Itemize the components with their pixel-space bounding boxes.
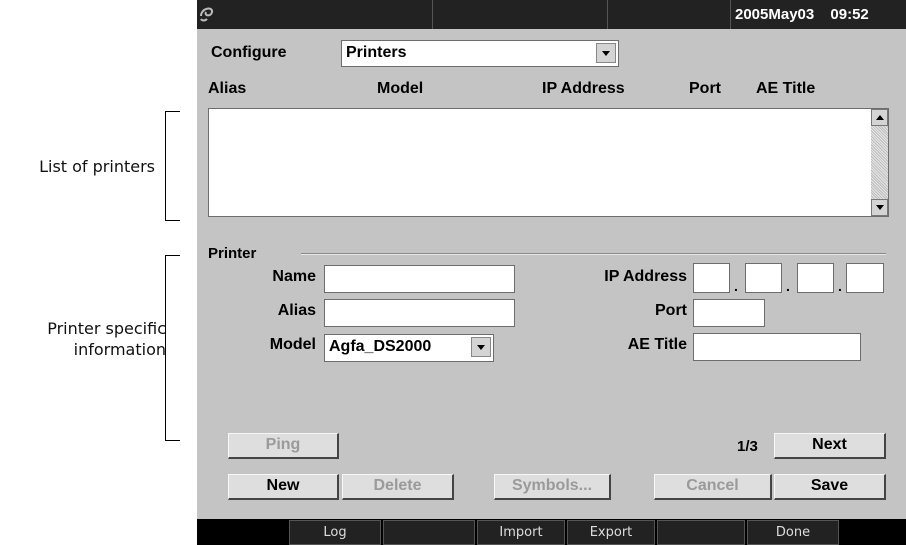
blank-tab-2[interactable] [657,520,745,545]
export-tab[interactable]: Export [567,520,655,545]
date-time-display: 2005May03 09:52 [735,6,869,23]
printer-config-panel: 2005May03 09:52 Configure Printers Alias… [197,0,906,545]
configure-label: Configure [211,44,287,61]
name-field[interactable] [324,265,515,293]
printer-list-scrollbar[interactable] [871,109,888,216]
list-bracket [165,111,180,221]
chevron-down-icon[interactable] [596,43,616,63]
printer-info-annotation-line1: Printer specific [47,319,166,338]
configure-select[interactable]: Printers [341,40,619,67]
printer-info-annotation-line2: information [73,340,166,359]
ip-octet-2-field[interactable] [745,263,782,293]
status-segment-1 [432,0,433,29]
ip-octet-4-field[interactable] [846,263,884,293]
printer-info-annotation: Printer specific information [47,318,166,360]
ae-title-label: AE Title [627,336,687,353]
list-of-printers-annotation: List of printers [39,157,155,176]
blank-tab-1[interactable] [383,520,475,545]
next-button[interactable]: Next [774,433,886,459]
column-header-port[interactable]: Port [689,80,721,98]
ae-title-field[interactable] [693,333,861,361]
symbols-button[interactable]: Symbols... [494,474,611,500]
delete-button[interactable]: Delete [342,474,454,500]
done-tab[interactable]: Done [747,520,839,545]
status-segment-3 [730,0,731,29]
column-header-ae-title[interactable]: AE Title [756,80,815,98]
import-tab[interactable]: Import [477,520,565,545]
date-display: 2005May03 [735,6,815,23]
page-indicator: 1/3 [737,438,758,455]
ip-separator: . [734,278,738,294]
port-field[interactable] [693,299,765,327]
save-button[interactable]: Save [774,474,886,500]
new-button[interactable]: New [228,474,339,500]
bottom-softkey-bar: Log Import Export Done [197,519,906,545]
swirl-logo-icon [200,7,213,22]
model-select-value: Agfa_DS2000 [329,338,432,355]
alias-label: Alias [277,302,316,319]
column-header-alias[interactable]: Alias [208,80,246,98]
port-label: Port [655,302,687,319]
status-segment-2 [607,0,608,29]
top-status-bar: 2005May03 09:52 [197,0,906,29]
info-bracket [165,255,180,441]
ip-separator: . [838,278,842,294]
time-display: 09:52 [830,6,869,23]
ip-octet-3-field[interactable] [797,263,834,293]
chevron-down-icon[interactable] [471,337,491,357]
printer-section-label: Printer [208,245,257,262]
alias-field[interactable] [324,299,515,327]
column-header-ip-address[interactable]: IP Address [542,80,625,98]
ping-button[interactable]: Ping [228,433,339,459]
name-label: Name [272,268,316,285]
log-tab[interactable]: Log [289,520,381,545]
printer-section-divider [301,253,886,255]
cancel-button[interactable]: Cancel [654,474,772,500]
model-label: Model [269,336,316,353]
configure-select-value: Printers [346,44,407,61]
column-header-model[interactable]: Model [377,80,423,98]
scroll-up-icon[interactable] [871,109,888,126]
ip-address-label: IP Address [604,268,687,285]
model-select[interactable]: Agfa_DS2000 [324,334,494,362]
printer-list[interactable] [208,108,889,217]
ip-separator: . [786,278,790,294]
ip-octet-1-field[interactable] [693,263,730,293]
scroll-down-icon[interactable] [871,199,888,216]
